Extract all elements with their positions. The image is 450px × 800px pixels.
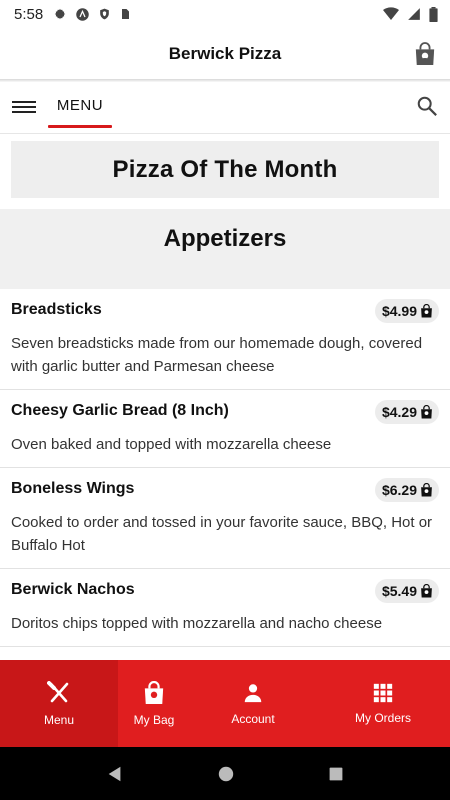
shopping-bag-icon	[144, 680, 164, 704]
status-system-icons	[383, 6, 438, 22]
settings-gear-icon	[54, 8, 66, 20]
item-description: Seven breadsticks made from our homemade…	[11, 335, 423, 375]
category-header: Appetizers	[0, 209, 450, 289]
home-icon[interactable]	[217, 765, 235, 783]
hamburger-line	[12, 111, 36, 113]
item-price: $6.29	[381, 482, 417, 498]
system-navigation-bar	[0, 747, 450, 800]
featured-label: Pizza Of The Month	[112, 155, 338, 183]
pizza-of-the-month-banner[interactable]: Pizza Of The Month	[11, 141, 439, 198]
search-icon	[417, 96, 437, 116]
bag-icon	[421, 304, 432, 318]
category-nav: MENU	[0, 82, 450, 134]
tab-menu[interactable]: MENU	[48, 82, 112, 128]
sd-card-icon	[122, 9, 130, 19]
hamburger-line	[12, 106, 36, 108]
hamburger-line	[12, 101, 36, 103]
shield-icon	[100, 8, 110, 20]
bag-icon	[421, 584, 432, 598]
grid-icon	[373, 683, 393, 702]
cellular-signal-icon	[408, 8, 420, 20]
menu-item-list: Breadsticks $4.99 Seven breadsticks made…	[0, 289, 450, 647]
menu-item[interactable]: Cheesy Garlic Bread (8 Inch) $4.29 Oven …	[0, 390, 450, 468]
bag-icon	[421, 483, 432, 497]
battery-icon	[429, 6, 438, 22]
status-notification-icons	[53, 7, 131, 22]
hamburger-menu-button[interactable]	[12, 98, 36, 118]
menu-item[interactable]: Berwick Nachos $5.49 Doritos chips toppe…	[0, 569, 450, 647]
fork-knife-icon	[47, 680, 69, 702]
menu-item[interactable]: Breadsticks $4.99 Seven breadsticks made…	[0, 289, 450, 390]
app-logo-icon	[76, 7, 89, 21]
bag-icon	[421, 405, 432, 419]
recents-icon[interactable]	[328, 766, 344, 782]
add-to-bag-price-button[interactable]: $6.29	[374, 478, 439, 502]
bottom-tab-label: My Bag	[133, 712, 175, 727]
bottom-tab-label: Account	[231, 711, 275, 726]
menu-item[interactable]: Boneless Wings $6.29 Cooked to order and…	[0, 468, 450, 569]
item-price: $4.99	[381, 303, 417, 319]
item-description: Cooked to order and tossed in your favor…	[11, 514, 433, 554]
item-description: Oven baked and topped with mozzarella ch…	[11, 436, 332, 453]
bottom-tab-menu[interactable]: Menu	[0, 660, 118, 747]
bottom-tab-label: My Orders	[354, 710, 411, 725]
active-tab-indicator	[48, 125, 112, 128]
search-button[interactable]	[416, 95, 438, 122]
person-icon	[244, 683, 262, 702]
bottom-tab-bag[interactable]: My Bag	[118, 660, 190, 747]
add-to-bag-price-button[interactable]: $4.29	[374, 400, 439, 424]
app-title: Berwick Pizza	[168, 44, 282, 63]
back-icon[interactable]	[106, 765, 124, 783]
bottom-tab-orders[interactable]: My Orders	[316, 660, 450, 747]
status-time: 5:58	[14, 5, 44, 23]
shopping-bag-icon	[415, 42, 435, 65]
bottom-tab-label: Menu	[43, 712, 75, 727]
item-description: Doritos chips topped with mozzarella and…	[11, 615, 383, 632]
add-to-bag-price-button[interactable]: $5.49	[374, 579, 439, 603]
status-bar: 5:58	[0, 0, 450, 28]
category-title: Appetizers	[163, 225, 287, 252]
item-price: $4.29	[381, 404, 417, 420]
header-bag-button[interactable]	[414, 42, 436, 71]
bottom-tab-account[interactable]: Account	[190, 660, 316, 747]
add-to-bag-price-button[interactable]: $4.99	[374, 299, 439, 323]
item-price: $5.49	[381, 583, 417, 599]
bottom-navigation: Menu My Bag Account My Orders	[0, 660, 450, 747]
wifi-icon	[383, 7, 399, 20]
app-header: Berwick Pizza	[0, 28, 450, 80]
